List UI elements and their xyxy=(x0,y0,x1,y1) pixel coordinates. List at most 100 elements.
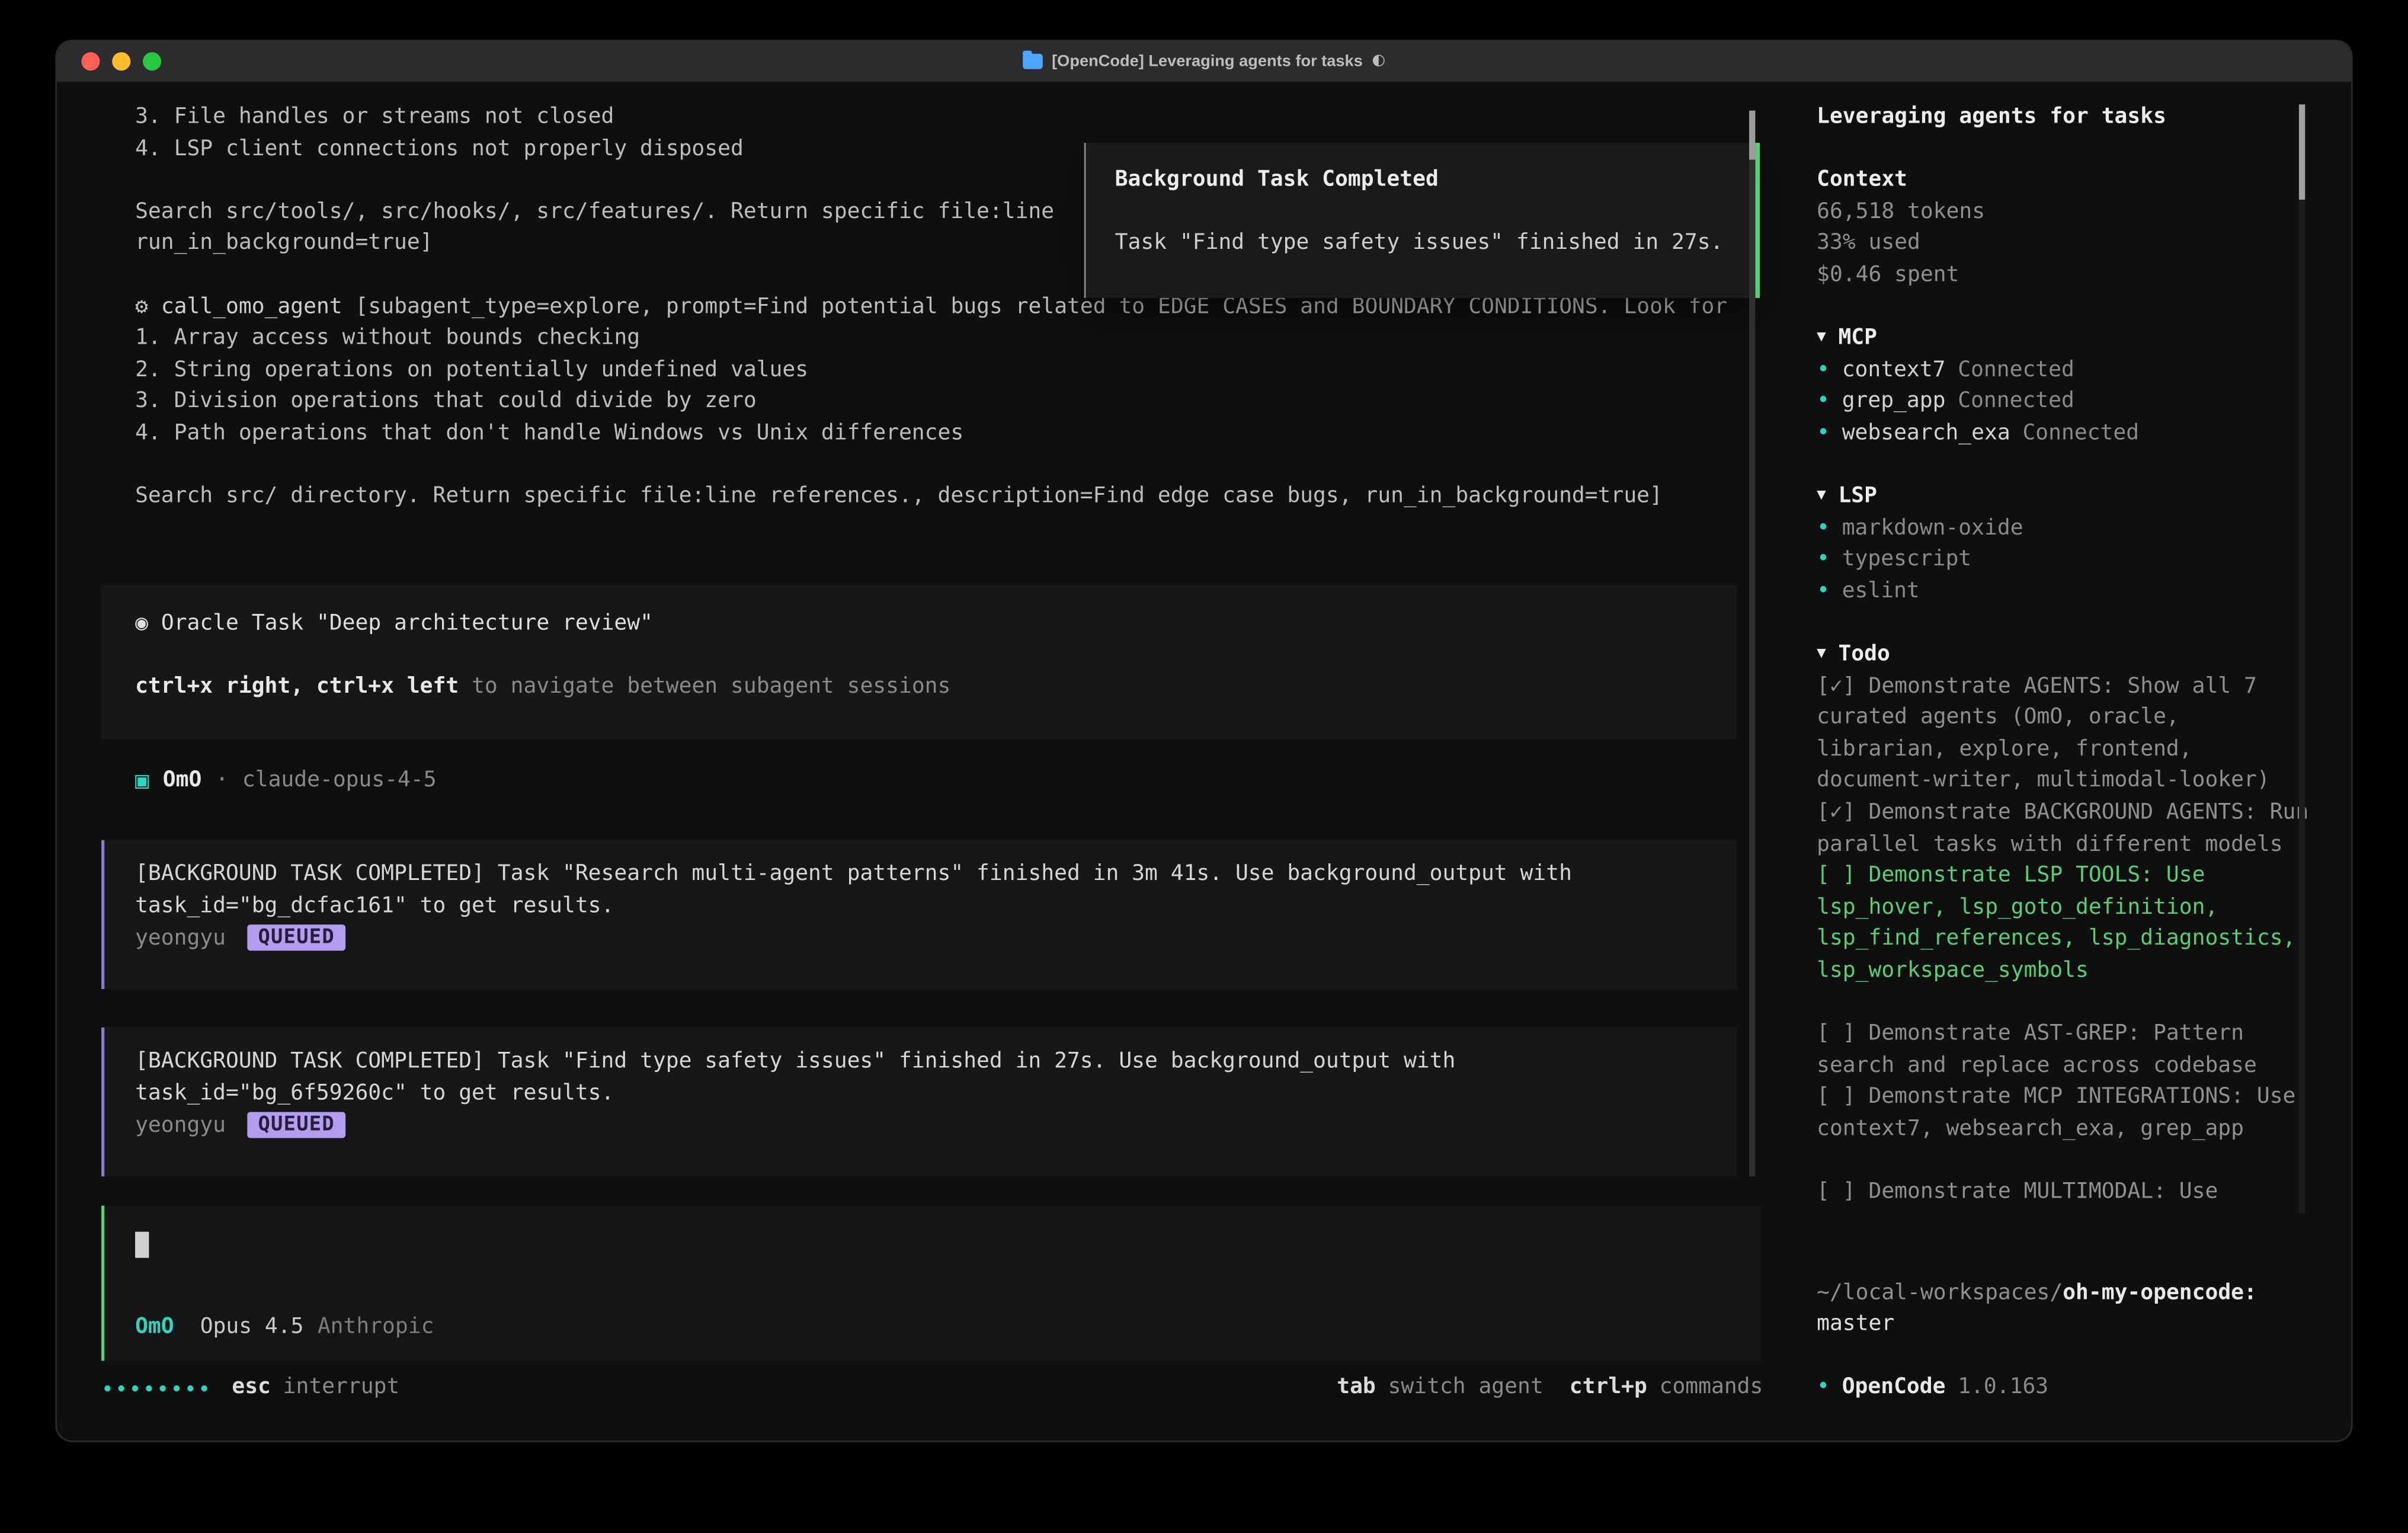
bullet-icon: • xyxy=(1817,386,1830,417)
esc-key: esc xyxy=(232,1372,271,1404)
window-title: [OpenCode] Leveraging agents for tasks ◐ xyxy=(1023,46,1385,77)
todo-item: [✓] Demonstrate AGENTS: Show all 7 curat… xyxy=(1817,671,2320,797)
output-line: 2. String operations on potentially unde… xyxy=(135,354,1792,386)
esc-label: interrupt xyxy=(283,1372,400,1404)
target-icon: ◉ xyxy=(135,611,148,635)
ctrlp-label: commands xyxy=(1660,1372,1763,1404)
status-bar: esc interrupt tab switch agent ctrl+p co… xyxy=(104,1372,1763,1404)
close-button[interactable] xyxy=(81,52,100,71)
message-text: [BACKGROUND TASK COMPLETED] Task "Resear… xyxy=(135,859,1737,891)
bullet-icon: • xyxy=(1817,418,1830,449)
output-line: 1. Array access without bounds checking xyxy=(135,323,1792,354)
prompt-input[interactable]: OmO Opus 4.5 Anthropic xyxy=(101,1206,1762,1361)
zoom-button[interactable] xyxy=(143,52,161,71)
ctrlp-key: ctrl+p xyxy=(1570,1372,1647,1404)
folder-icon xyxy=(1023,54,1043,69)
active-agent: OmO xyxy=(135,1311,174,1343)
commands-hint: ctrl+p commands xyxy=(1570,1372,1763,1404)
status-badge: QUEUED xyxy=(247,1112,345,1138)
chevron-down-icon: ▼ xyxy=(1817,639,1826,670)
session-sidebar[interactable]: Leveraging agents for tasks Context 66,5… xyxy=(1792,83,2351,1441)
version-number: 1.0.163 xyxy=(1958,1372,2048,1404)
window-controls xyxy=(81,41,161,81)
message-author: yeongyu xyxy=(135,922,226,953)
app-name: OpenCode xyxy=(1842,1372,1946,1404)
model-provider: Anthropic xyxy=(318,1311,434,1343)
active-model: Opus 4.5 xyxy=(200,1311,304,1343)
bullet-icon: • xyxy=(1817,576,1830,607)
context-spent: $0.46 spent xyxy=(1817,260,2320,291)
text-cursor xyxy=(135,1232,149,1258)
background-task-toast: Background Task Completed Task "Find typ… xyxy=(1084,143,1760,298)
gear-icon: ⚙ xyxy=(135,294,148,318)
chat-pane: 3. File handles or streams not closed 4.… xyxy=(57,83,1792,1441)
progress-circle-icon: ◐ xyxy=(1372,46,1385,77)
status-bar-right: tab switch agent ctrl+p commands xyxy=(1337,1372,1763,1404)
chevron-down-icon: ▼ xyxy=(1817,323,1826,354)
scrollbar-thumb[interactable] xyxy=(2299,104,2305,200)
sidebar-scrollbar[interactable] xyxy=(2299,104,2305,1213)
tab-hint: tab switch agent xyxy=(1337,1372,1543,1404)
toast-title: Background Task Completed xyxy=(1115,164,1756,196)
repo-name: oh-my-opencode: xyxy=(2063,1281,2257,1305)
app-version: • OpenCode 1.0.163 xyxy=(1817,1372,2320,1404)
chevron-down-icon: ▼ xyxy=(1817,481,1826,513)
section-mcp[interactable]: ▼ MCP xyxy=(1817,323,2320,354)
section-lsp[interactable]: ▼ LSP xyxy=(1817,481,2320,513)
agent-name: OmO xyxy=(163,764,202,796)
sidebar-footer: ~/local-workspaces/oh-my-opencode: maste… xyxy=(1817,1277,2320,1403)
lsp-item: • eslint xyxy=(1817,576,2320,607)
output-line: Search src/ directory. Return specific f… xyxy=(135,481,1792,513)
message-meta: yeongyu QUEUED xyxy=(135,922,1737,953)
lsp-item: • markdown-oxide xyxy=(1817,513,2320,544)
context-used: 33% used xyxy=(1817,228,2320,260)
tab-label: switch agent xyxy=(1388,1372,1544,1404)
workspace-path: ~/local-workspaces/oh-my-opencode: xyxy=(1817,1277,2320,1308)
agent-model: claude-opus-4-5 xyxy=(242,764,437,796)
context-tokens: 66,518 tokens xyxy=(1817,196,2320,228)
mcp-status: Connected xyxy=(1958,386,2074,417)
message-text: task_id="bg_6f59260c" to get results. xyxy=(135,1078,1737,1109)
background-task-message: [BACKGROUND TASK COMPLETED] Task "Find t… xyxy=(101,1028,1737,1177)
todo-item: [ ] Demonstrate MULTIMODAL: Use xyxy=(1817,1177,2320,1208)
session-title: Leveraging agents for tasks xyxy=(1817,101,2320,133)
conversation-scrollbar[interactable] xyxy=(1749,111,1755,1177)
context-heading: Context xyxy=(1817,165,2320,196)
esc-hint: esc interrupt xyxy=(232,1372,399,1404)
status-badge: QUEUED xyxy=(247,925,345,951)
mcp-item: • websearch_exa Connected xyxy=(1817,418,2320,449)
bullet-icon: • xyxy=(1817,354,1830,386)
output-line: 4. Path operations that don't handle Win… xyxy=(135,418,1792,449)
tool-name: call_omo_agent xyxy=(161,294,342,318)
mcp-item: • context7 Connected xyxy=(1817,354,2320,386)
background-task-message: [BACKGROUND TASK COMPLETED] Task "Resear… xyxy=(101,841,1737,990)
bullet-icon: • xyxy=(1817,513,1830,544)
message-author: yeongyu xyxy=(135,1110,226,1141)
window-title-text: [OpenCode] Leveraging agents for tasks xyxy=(1052,46,1363,77)
todo-item: [✓] Demonstrate BACKGROUND AGENTS: Run p… xyxy=(1817,797,2320,860)
toast-body: Task "Find type safety issues" finished … xyxy=(1115,228,1756,259)
mcp-item: • grep_app Connected xyxy=(1817,386,2320,417)
todo-item-active: [ ] Demonstrate LSP TOOLS: Use lsp_hover… xyxy=(1817,860,2320,987)
minimize-button[interactable] xyxy=(112,52,130,71)
git-branch: master xyxy=(1817,1309,2320,1340)
section-todo[interactable]: ▼ Todo xyxy=(1817,639,2320,670)
message-meta: yeongyu QUEUED xyxy=(135,1110,1737,1141)
separator-dot: · xyxy=(216,764,229,796)
mcp-status: Connected xyxy=(1958,354,2074,386)
window-body: 3. File handles or streams not closed 4.… xyxy=(57,83,2351,1441)
scrollbar-thumb[interactable] xyxy=(1749,111,1755,160)
spinner-dots-icon xyxy=(104,1385,207,1391)
lsp-item: • typescript xyxy=(1817,544,2320,575)
mcp-status: Connected xyxy=(2022,418,2139,449)
message-text: [BACKGROUND TASK COMPLETED] Task "Find t… xyxy=(135,1046,1737,1078)
bullet-icon: • xyxy=(1817,1372,1830,1404)
oracle-task-title: ◉ Oracle Task "Deep architecture review" xyxy=(135,608,1737,639)
input-footer: OmO Opus 4.5 Anthropic xyxy=(135,1311,434,1343)
terminal-window: [OpenCode] Leveraging agents for tasks ◐… xyxy=(57,41,2351,1441)
agent-square-icon: ▣ xyxy=(135,764,149,796)
titlebar[interactable]: [OpenCode] Leveraging agents for tasks ◐ xyxy=(57,41,2351,83)
oracle-task-panel: ◉ Oracle Task "Deep architecture review"… xyxy=(101,585,1737,738)
desktop: [OpenCode] Leveraging agents for tasks ◐… xyxy=(0,0,2408,1533)
hint-text: to navigate between subagent sessions xyxy=(472,674,950,699)
